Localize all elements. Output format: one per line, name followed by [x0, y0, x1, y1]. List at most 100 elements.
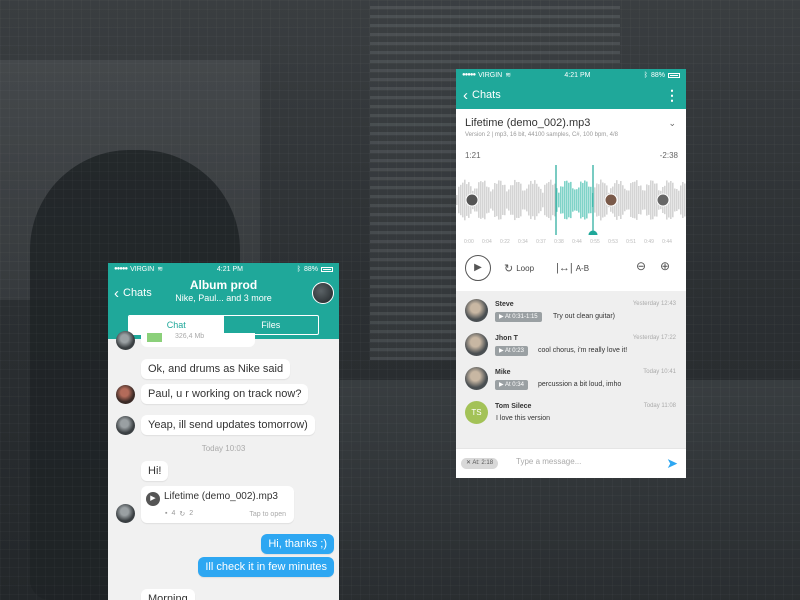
- waveform-bar: [548, 181, 550, 219]
- timeline-ticks: 0:00 0:04 0:22 0:34 0:37 0:38 0:44 0:55 0:53 0:51…: [464, 239, 672, 245]
- comment-marker-avatar[interactable]: [656, 193, 670, 207]
- timestamp-tag[interactable]: ▶ At 0:23: [495, 346, 528, 356]
- waveform-bar: [544, 184, 546, 216]
- waveform-bar: [652, 180, 654, 220]
- waveform-bar: [564, 181, 566, 219]
- waveform-bar: [654, 183, 656, 217]
- track-info: Lifetime (demo_002).mp3 Version 2 | mp3,…: [456, 109, 686, 147]
- waveform-bar: [512, 185, 514, 215]
- file-message-card[interactable]: ▶ Lifetime (demo_002).mp3 ▪ 4 ↻ 2 Tap to…: [141, 486, 294, 523]
- message-composer: ✕ At: 2:18 ➤: [456, 448, 686, 478]
- waveform-bar: [600, 179, 602, 221]
- timestamp-chip[interactable]: ✕ At: 2:18: [461, 458, 499, 469]
- timestamp-label: At 0:31-1:15: [504, 314, 538, 320]
- waveform-bar: [574, 189, 576, 211]
- battery-percent: 88%: [303, 265, 318, 273]
- play-icon[interactable]: ▶: [146, 492, 160, 506]
- group-avatar[interactable]: [312, 282, 334, 304]
- comment-item[interactable]: Mike Today 10:41 ▶ At 0:34 percussion a …: [456, 361, 686, 399]
- waveform-bar: [456, 195, 458, 205]
- waveform-bar: [642, 190, 644, 210]
- message-input[interactable]: [516, 457, 656, 466]
- waveform-bar: [580, 181, 582, 219]
- back-button[interactable]: ‹ Chats: [114, 286, 152, 301]
- waveform-bar: [598, 184, 600, 216]
- waveform-bar: [462, 182, 464, 218]
- selection-end-handle[interactable]: [588, 230, 598, 236]
- play-button[interactable]: ▶: [465, 255, 491, 281]
- chip-label: At: 2:18: [472, 460, 494, 466]
- zoom-in-icon[interactable]: ⊕: [660, 259, 670, 273]
- back-button[interactable]: ‹ Chats: [463, 88, 501, 103]
- avatar: [116, 504, 135, 523]
- waveform-bar: [542, 192, 544, 208]
- message-bubble: Yeap, ill send updates tomorrow): [141, 415, 315, 435]
- carrier-label: VIRGIN: [478, 71, 503, 79]
- battery-icon: [320, 266, 333, 272]
- battery-percent: 88%: [650, 71, 665, 79]
- message-bubble-mine: Ill check it in few minutes: [198, 557, 334, 577]
- waveform-bar: [672, 182, 674, 218]
- waveform-bar: [572, 188, 574, 212]
- waveform-bar: [630, 183, 632, 217]
- waveform-bar: [554, 183, 556, 217]
- comment-text: percussion a bit loud, imho: [538, 381, 622, 388]
- signal-icon: ●●●●●: [114, 266, 128, 272]
- chevron-left-icon: ‹: [463, 86, 468, 104]
- elapsed-time: 1:21: [465, 151, 481, 160]
- comments-list[interactable]: Steve Yesterday 12:43 ▶ At 0:31-1:15 Try…: [456, 291, 686, 449]
- avatar: [465, 299, 488, 322]
- avatar: [116, 331, 135, 350]
- waveform-bar: [484, 180, 486, 220]
- time-readout: 1:21 -2:38: [465, 151, 678, 160]
- timestamp-label: At 0:34: [504, 382, 524, 388]
- comment-author: Mike: [495, 369, 511, 376]
- comment-item[interactable]: Jhon T Yesterday 17:22 ▶ At 0:23 cool ch…: [456, 327, 686, 365]
- waveform-bar: [514, 179, 516, 221]
- waveform-bar: [578, 187, 580, 213]
- waveform-bar: [674, 188, 676, 212]
- message-bubble: Paul, u r working on track now?: [141, 384, 309, 404]
- waveform-bar: [676, 188, 678, 212]
- comment-time: Today 10:41: [643, 369, 676, 375]
- waveform-bar: [500, 180, 502, 220]
- more-options-icon[interactable]: ⋮: [665, 88, 679, 102]
- waveform-bar: [588, 186, 590, 214]
- waveform-bar: [492, 189, 494, 211]
- timestamp-tag[interactable]: ▶ At 0:34: [495, 380, 528, 390]
- segmented-control: Chat Files: [128, 315, 319, 335]
- waveform-bar: [558, 192, 560, 208]
- waveform[interactable]: [456, 165, 686, 235]
- chevron-down-icon[interactable]: ⌄: [668, 118, 676, 129]
- message-bubble: Hi!: [141, 461, 169, 481]
- comment-marker-avatar[interactable]: [465, 193, 479, 207]
- tab-chat[interactable]: Chat: [129, 316, 224, 334]
- waveform-bar: [618, 183, 620, 217]
- file-meta: ▪ 4 ↻ 2: [165, 510, 193, 518]
- comment-item[interactable]: TS Tom Silece Today 11:08 I love this ve…: [456, 395, 686, 433]
- comment-time: Today 11:08: [643, 403, 676, 409]
- tab-files[interactable]: Files: [224, 316, 319, 334]
- timeline-tick: 0:00: [464, 239, 474, 245]
- waveform-bar: [632, 182, 634, 218]
- waveform-bar: [680, 185, 682, 215]
- previous-file-card[interactable]: 326,4 Mb: [141, 333, 255, 347]
- waveform-bar: [620, 181, 622, 219]
- timeline-tick: 0:38: [554, 239, 564, 245]
- loop-label: Loop: [516, 264, 535, 273]
- ab-range-icon: |↔|: [556, 262, 573, 274]
- comment-item[interactable]: Steve Yesterday 12:43 ▶ At 0:31-1:15 Try…: [456, 293, 686, 331]
- message-bubble: Morning: [141, 589, 195, 600]
- loop-button[interactable]: ↻ Loop: [504, 262, 534, 275]
- send-icon[interactable]: ➤: [666, 455, 678, 472]
- message-list[interactable]: 326,4 Mb Ok, and drums as Nike said Paul…: [108, 331, 339, 600]
- loop-icon: ↻: [504, 263, 514, 275]
- avatar: [465, 367, 488, 390]
- timestamp-tag[interactable]: ▶ At 0:31-1:15: [495, 312, 542, 322]
- zoom-out-icon[interactable]: ⊖: [636, 259, 646, 273]
- comment-marker-avatar[interactable]: [604, 193, 618, 207]
- waveform-bar: [494, 183, 496, 217]
- waveform-bar: [622, 185, 624, 215]
- ab-repeat-button[interactable]: |↔| A-B: [556, 262, 589, 274]
- waveform-bar: [524, 190, 526, 210]
